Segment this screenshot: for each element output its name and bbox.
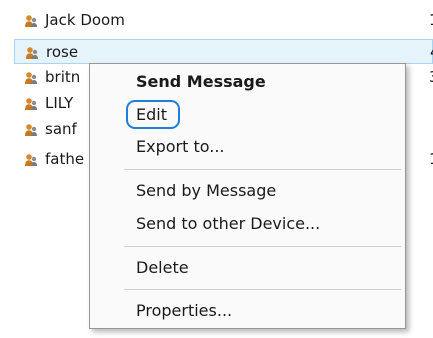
menu-item-label: Export to... xyxy=(136,137,225,156)
menu-item-label: Properties... xyxy=(136,301,233,320)
contact-icon xyxy=(24,71,38,85)
contact-name: fathe xyxy=(45,150,85,168)
menu-item-label: Send to other Device... xyxy=(136,214,321,233)
menu-item-send-to-other-device[interactable]: Send to other Device... xyxy=(90,210,405,238)
edit-highlight-ring xyxy=(126,100,180,129)
contact-icon xyxy=(25,46,39,60)
menu-item-label: Delete xyxy=(136,258,189,277)
menu-item-send-message[interactable]: Send Message xyxy=(90,68,405,96)
contact-name: britn xyxy=(45,68,81,86)
contact-icon xyxy=(24,153,38,167)
contact-icon xyxy=(24,14,38,28)
contact-row-rose[interactable]: rose 46 xyxy=(14,39,433,64)
contact-icon xyxy=(24,97,38,111)
menu-separator xyxy=(124,289,401,290)
contact-name: rose xyxy=(46,43,79,61)
menu-item-label: Send Message xyxy=(136,72,266,91)
menu-separator xyxy=(124,246,401,247)
menu-item-delete[interactable]: Delete xyxy=(90,254,405,282)
contact-row-jack-doom[interactable]: Jack Doom 13 xyxy=(14,8,433,33)
context-menu: Send Message Edit Export to... Send by M… xyxy=(89,63,406,329)
menu-item-properties[interactable]: Properties... xyxy=(90,297,405,325)
contact-name: LILY xyxy=(45,94,74,112)
menu-item-label: Send by Message xyxy=(136,181,277,200)
contact-icon xyxy=(24,123,38,137)
menu-item-send-by-message[interactable]: Send by Message xyxy=(90,177,405,205)
contact-number: 15 xyxy=(429,147,433,172)
contact-name: Jack Doom xyxy=(45,11,125,29)
menu-item-export-to[interactable]: Export to... xyxy=(90,133,405,161)
menu-separator xyxy=(124,169,401,170)
contact-number: 13 xyxy=(429,8,433,33)
contact-name: sanf xyxy=(45,120,77,138)
contact-number: 36 xyxy=(429,65,433,90)
